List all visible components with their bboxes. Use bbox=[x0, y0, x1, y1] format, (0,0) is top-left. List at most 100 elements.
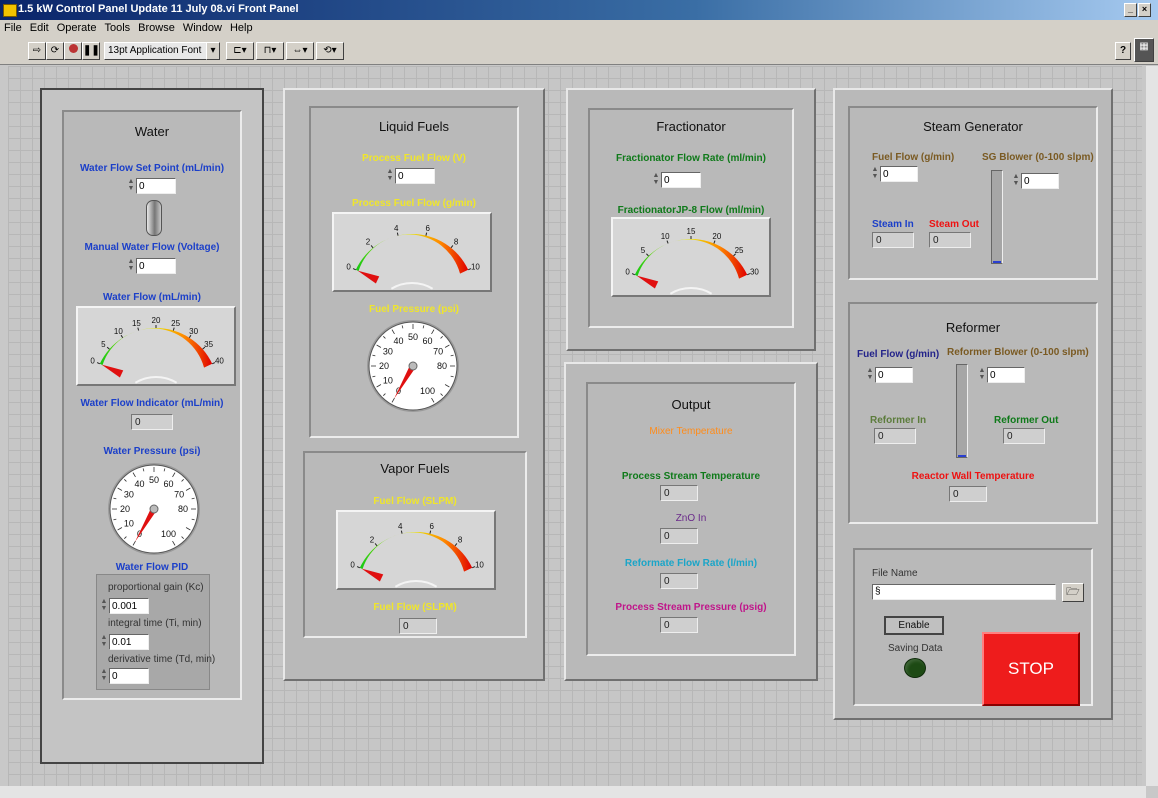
sg-fuel-label: Fuel Flow (g/min) bbox=[872, 152, 955, 163]
reformer-blower-input[interactable]: 0 bbox=[987, 367, 1025, 383]
water-mode-toggle[interactable] bbox=[146, 200, 162, 236]
window-title-bar[interactable]: 1.5 kW Control Panel Update 11 July 08.v… bbox=[0, 0, 1158, 20]
vapor-fuel-tick bbox=[429, 530, 432, 534]
fuel-pressure-dial: 01020304050607080100 bbox=[367, 320, 459, 412]
toolbar: ⇨ ⟳ ❚❚ 13pt Application Font ▾ ⊏▾ ⊓▾ ⇔▾ … bbox=[0, 38, 1158, 65]
menu-operate[interactable]: Operate bbox=[53, 20, 101, 34]
kc-input[interactable]: 0.001 bbox=[109, 598, 149, 614]
water-pressure-tick-label: 70 bbox=[174, 490, 184, 500]
td-increment-icon[interactable]: ▲ ▼ bbox=[100, 668, 108, 684]
sg-blower-slider[interactable] bbox=[991, 170, 1003, 264]
sg-blower-increment-icon[interactable]: ▲ ▼ bbox=[1012, 173, 1020, 189]
water-flow-tick bbox=[96, 362, 101, 365]
steam-in-label: Steam In bbox=[872, 219, 914, 230]
align-objects-icon[interactable]: ⊏▾ bbox=[226, 42, 254, 60]
sg-blower-input[interactable]: 0 bbox=[1021, 173, 1059, 189]
font-selector[interactable]: 13pt Application Font bbox=[104, 42, 209, 60]
process-fuel-tick bbox=[425, 232, 428, 236]
process-fuel-v-input[interactable]: 0 bbox=[395, 168, 435, 184]
saving-data-led bbox=[904, 658, 926, 678]
water-flow-tick-label: 35 bbox=[204, 340, 213, 349]
vapor-fuel-tick-label: 4 bbox=[398, 522, 403, 531]
reformer-blower-increment-icon[interactable]: ▲ ▼ bbox=[978, 367, 986, 383]
help-icon[interactable]: ? bbox=[1115, 42, 1131, 60]
process-fuel-tick-label: 6 bbox=[426, 224, 431, 233]
reformer-fuel-input[interactable]: 0 bbox=[875, 367, 913, 383]
water-title: Water bbox=[134, 124, 170, 139]
ti-input[interactable]: 0.01 bbox=[109, 634, 149, 650]
fractionator-tick-label: 5 bbox=[641, 246, 646, 255]
reformer-fuel-increment-icon[interactable]: ▲ ▼ bbox=[866, 367, 874, 383]
manual-increment-icon[interactable]: ▲ ▼ bbox=[127, 258, 135, 274]
close-button[interactable]: × bbox=[1138, 3, 1151, 17]
ti-increment-icon[interactable]: ▲ ▼ bbox=[100, 634, 108, 650]
horizontal-scrollbar[interactable] bbox=[0, 786, 1146, 798]
reformer-blower-level bbox=[958, 455, 966, 457]
process-fuel-tick-label: 2 bbox=[366, 238, 371, 247]
reactor-wall-value: 0 bbox=[949, 486, 987, 502]
process-fuel-increment-icon[interactable]: ▲ ▼ bbox=[386, 168, 394, 184]
reactor-wall-label: Reactor Wall Temperature bbox=[911, 471, 1035, 482]
fractionator-rate-input[interactable]: 0 bbox=[661, 172, 701, 188]
run-continuously-icon[interactable]: ⟳ bbox=[46, 42, 64, 60]
water-flow-inner-arc bbox=[134, 376, 178, 384]
vapor-fuel-tick bbox=[454, 543, 458, 547]
td-input[interactable]: 0 bbox=[109, 668, 149, 684]
reformate-flow-label: Reformate Flow Rate (l/min) bbox=[624, 558, 758, 569]
process-fuel-tick-label: 0 bbox=[346, 262, 351, 271]
water-indicator-label: Water Flow Indicator (mL/min) bbox=[80, 398, 224, 409]
vapor-gauge-label: Fuel Flow (SLPM) bbox=[373, 496, 457, 507]
pause-icon[interactable]: ❚❚ bbox=[82, 42, 100, 60]
mixer-temperature-label: Mixer Temperature bbox=[649, 426, 733, 437]
water-pressure-tick-label: 80 bbox=[178, 504, 188, 514]
file-path-input[interactable]: § bbox=[872, 584, 1056, 600]
sg-blower-level bbox=[993, 261, 1001, 263]
fractionator-tick-label: 20 bbox=[712, 232, 721, 241]
td-label: derivative time (Td, min) bbox=[108, 654, 216, 665]
stop-button[interactable]: STOP bbox=[982, 632, 1080, 706]
file-name-label: File Name bbox=[872, 568, 918, 579]
kc-increment-icon[interactable]: ▲ ▼ bbox=[100, 598, 108, 614]
saving-data-label: Saving Data bbox=[888, 643, 943, 654]
process-fuel-inner-arc bbox=[390, 282, 434, 290]
menu-browse[interactable]: Browse bbox=[134, 20, 179, 34]
reformer-in-label: Reformer In bbox=[870, 415, 927, 426]
ti-label: integral time (Ti, min) bbox=[108, 618, 202, 629]
setpoint-increment-icon[interactable]: ▲ ▼ bbox=[127, 178, 135, 194]
abort-icon[interactable] bbox=[64, 42, 82, 60]
fractionator-title: Fractionator bbox=[656, 119, 726, 134]
vapor-fuel-tick bbox=[400, 530, 403, 534]
steam-generator-title: Steam Generator bbox=[923, 119, 1023, 134]
water-setpoint-input[interactable]: 0 bbox=[136, 178, 176, 194]
enable-button[interactable]: Enable bbox=[884, 616, 944, 635]
fuel-pressure-tick-label: 100 bbox=[420, 386, 435, 396]
distribute-objects-icon[interactable]: ⊓▾ bbox=[256, 42, 284, 60]
fuel-pressure-hub bbox=[408, 361, 418, 371]
menu-file[interactable]: File bbox=[0, 20, 26, 34]
run-arrow-icon[interactable]: ⇨ bbox=[28, 42, 46, 60]
fractionator-tick bbox=[713, 240, 716, 244]
vertical-scrollbar[interactable] bbox=[1146, 66, 1158, 786]
vapor-indicator-value: 0 bbox=[399, 618, 437, 634]
menu-help[interactable]: Help bbox=[226, 20, 257, 34]
reorder-icon[interactable]: ⟲▾ bbox=[316, 42, 344, 60]
process-fuel-tick-label: 4 bbox=[394, 224, 399, 233]
fractionator-increment-icon[interactable]: ▲ ▼ bbox=[652, 172, 660, 188]
water-flow-gauge-frame: 0 5 10 15 20 25 30 35 40 bbox=[76, 306, 236, 386]
reformer-blower-slider[interactable] bbox=[956, 364, 968, 458]
font-dropdown-icon[interactable]: ▾ bbox=[206, 42, 220, 60]
steam-out-label: Steam Out bbox=[929, 219, 980, 230]
menu-tools[interactable]: Tools bbox=[100, 20, 134, 34]
menu-window[interactable]: Window bbox=[179, 20, 226, 34]
manual-water-input[interactable]: 0 bbox=[136, 258, 176, 274]
minimize-button[interactable]: _ bbox=[1124, 3, 1137, 17]
fractionator-tick-label: 10 bbox=[661, 232, 670, 241]
folder-browse-icon[interactable]: 🗁 bbox=[1062, 583, 1084, 602]
water-pressure-label: Water Pressure (psi) bbox=[103, 446, 201, 457]
water-flow-tick bbox=[106, 346, 110, 350]
sg-fuel-input[interactable]: 0 bbox=[880, 166, 918, 182]
menu-edit[interactable]: Edit bbox=[26, 20, 53, 34]
resize-objects-icon[interactable]: ⇔▾ bbox=[286, 42, 314, 60]
vapor-fuels-title: Vapor Fuels bbox=[380, 461, 450, 476]
sg-fuel-increment-icon[interactable]: ▲ ▼ bbox=[871, 166, 879, 182]
